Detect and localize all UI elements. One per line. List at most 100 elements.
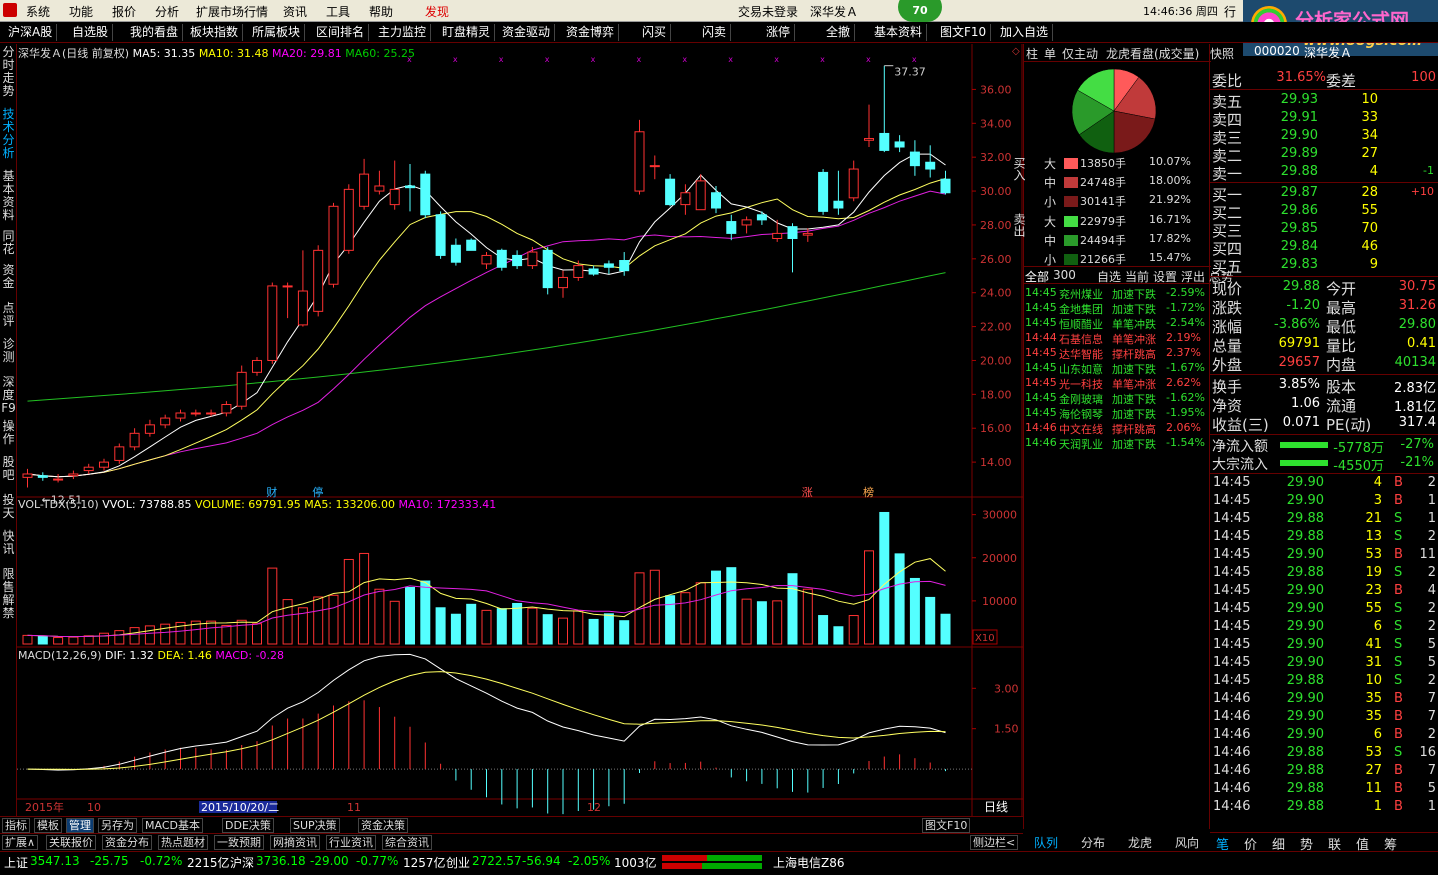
candle[interactable] xyxy=(649,155,660,180)
candle[interactable] xyxy=(328,202,339,288)
toolbar-button-1[interactable]: 自选股 xyxy=(68,24,114,41)
indicator-tab-4[interactable]: MACD基本 xyxy=(142,818,203,833)
menu-analysis[interactable]: 分析 xyxy=(155,3,179,20)
candle[interactable] xyxy=(848,160,859,202)
candle[interactable] xyxy=(83,463,94,474)
indicator-tab-0[interactable]: 指标 xyxy=(2,818,30,833)
kline-chart[interactable]: 36.0034.0032.0030.0028.0026.0024.0022.00… xyxy=(17,44,1023,816)
toolbar-button-0[interactable]: 沪深A股 xyxy=(4,24,58,41)
candle[interactable] xyxy=(435,211,446,259)
extension-tab-5[interactable]: 网摘资讯 xyxy=(270,835,320,850)
event-marker[interactable]: 榜 xyxy=(863,485,874,499)
candle[interactable] xyxy=(53,473,64,483)
left-tab-10[interactable]: 投天 xyxy=(1,494,16,520)
menu-discover[interactable]: 发现 xyxy=(425,3,449,20)
candle[interactable] xyxy=(894,135,905,153)
alert-filter-3[interactable]: 当前 xyxy=(1125,268,1149,285)
toolbar-button-10[interactable]: 闪买 xyxy=(638,24,672,41)
candle[interactable] xyxy=(542,246,553,295)
menu-info[interactable]: 资讯 xyxy=(283,3,307,20)
left-tab-4[interactable]: 资金 xyxy=(1,264,16,290)
candle[interactable] xyxy=(909,140,920,176)
left-tab-12[interactable]: 限售解禁 xyxy=(1,568,16,620)
alert-row[interactable]: 14:45 金地集团 加速下跌 -1.72% xyxy=(1024,301,1211,316)
candle[interactable] xyxy=(756,211,767,225)
alert-row[interactable]: 14:45 恒顺醋业 单笔冲跌 -2.54% xyxy=(1024,316,1211,331)
notification-badge[interactable]: 70 xyxy=(898,0,942,22)
menu-system[interactable]: 系统 xyxy=(26,3,50,20)
candle[interactable] xyxy=(267,282,278,364)
candle[interactable] xyxy=(359,158,370,210)
menu-quote[interactable]: 报价 xyxy=(112,3,136,20)
extension-tab-7[interactable]: 综合资讯 xyxy=(382,835,432,850)
candle[interactable] xyxy=(282,282,293,319)
bid-row[interactable]: 买五 29.83 9 xyxy=(1210,256,1438,276)
candle[interactable] xyxy=(940,170,951,195)
alert-row[interactable]: 14:46 天润乳业 加速下跌 -1.54% xyxy=(1024,436,1211,451)
ask-row[interactable]: 卖一 29.88 4 -1 xyxy=(1210,163,1438,183)
left-tab-7[interactable]: 深度F9 xyxy=(1,376,16,415)
diamond-icon[interactable]: ◇ xyxy=(1012,46,1020,57)
candle[interactable] xyxy=(833,170,844,215)
alert-row[interactable]: 14:45 山东如意 加速下跌 -1.67% xyxy=(1024,361,1211,376)
candle[interactable] xyxy=(925,145,936,178)
left-tab-3[interactable]: 同花 xyxy=(1,230,16,256)
indicator-tab-6[interactable]: SUP决策 xyxy=(290,818,340,833)
candle[interactable] xyxy=(343,184,354,254)
extension-tab-3[interactable]: 热点题材 xyxy=(158,835,208,850)
candle[interactable] xyxy=(221,401,232,417)
toolbar-button-14[interactable]: 基本资料 xyxy=(870,24,928,41)
candle[interactable] xyxy=(22,468,33,488)
menu-function[interactable]: 功能 xyxy=(69,3,93,20)
ask-row[interactable]: 卖四 29.91 33 xyxy=(1210,109,1438,129)
menu-tools[interactable]: 工具 xyxy=(326,3,350,20)
alert-filter-4[interactable]: 设置 xyxy=(1153,268,1177,285)
candle[interactable] xyxy=(466,238,477,251)
extension-tab-1[interactable]: 关联报价 xyxy=(46,835,96,850)
candle[interactable] xyxy=(558,270,568,298)
candle[interactable] xyxy=(175,409,186,422)
indicator-tab-7[interactable]: 资金决策 xyxy=(358,818,408,833)
indicator-tab-5[interactable]: DDE决策 xyxy=(222,818,274,833)
candle[interactable] xyxy=(481,252,492,269)
trade-button[interactable]: 行 xyxy=(1224,3,1236,20)
panel-tab-1[interactable]: 单 xyxy=(1044,45,1056,62)
candle[interactable] xyxy=(160,414,171,429)
candle[interactable] xyxy=(129,428,140,451)
left-tab-5[interactable]: 点评 xyxy=(1,302,16,328)
extension-tab-0[interactable]: 扩展∧ xyxy=(2,835,39,850)
left-tab-8[interactable]: 操作 xyxy=(1,420,16,446)
alert-row[interactable]: 14:46 中文在线 撑杆跳高 2.06% xyxy=(1024,421,1211,436)
candle[interactable] xyxy=(496,248,507,271)
event-marker[interactable]: 停 xyxy=(312,485,323,499)
event-marker[interactable]: 涨 xyxy=(802,486,813,499)
bid-row[interactable]: 买一 29.87 28 +10 xyxy=(1210,184,1438,204)
candle[interactable] xyxy=(634,119,645,195)
candle[interactable] xyxy=(144,419,155,437)
candle[interactable] xyxy=(711,185,721,214)
panel-tab-0[interactable]: 柱 xyxy=(1026,45,1038,62)
toolbar-button-13[interactable]: 全撤 xyxy=(822,24,856,41)
candle[interactable] xyxy=(405,163,415,212)
candle[interactable] xyxy=(527,246,538,269)
candle[interactable] xyxy=(512,250,523,269)
toolbar-button-8[interactable]: 资金驱动 xyxy=(498,24,556,41)
panel-tab-2[interactable]: 仅主动 xyxy=(1062,45,1098,62)
candle[interactable] xyxy=(879,65,890,153)
toolbar-button-3[interactable]: 板块指数 xyxy=(186,24,244,41)
sidebar-toggle[interactable]: 侧边栏< xyxy=(970,835,1019,850)
toolbar-button-9[interactable]: 资金博弈 xyxy=(562,24,620,41)
left-tab-2[interactable]: 基本资料 xyxy=(1,170,16,222)
alert-row[interactable]: 14:45 兖州煤业 加速下跌 -2.59% xyxy=(1024,286,1211,301)
toolbar-button-5[interactable]: 区间排名 xyxy=(312,24,370,41)
left-tab-1[interactable]: 技术分析 xyxy=(1,108,16,160)
left-tab-9[interactable]: 股吧 xyxy=(1,456,16,482)
indicator-tab-3[interactable]: 另存为 xyxy=(98,818,137,833)
panel-bottom-tab-0[interactable]: 队列 xyxy=(1034,834,1058,851)
candle[interactable] xyxy=(389,160,400,210)
alert-row[interactable]: 14:45 海伦钢琴 加速下跌 -1.95% xyxy=(1024,406,1211,421)
f10-button[interactable]: 图文F10 xyxy=(922,818,971,833)
panel-bottom-tab-1[interactable]: 分布 xyxy=(1081,834,1105,851)
panel-bottom-tab-2[interactable]: 龙虎 xyxy=(1128,834,1152,851)
extension-tab-4[interactable]: 一致预期 xyxy=(214,835,264,850)
